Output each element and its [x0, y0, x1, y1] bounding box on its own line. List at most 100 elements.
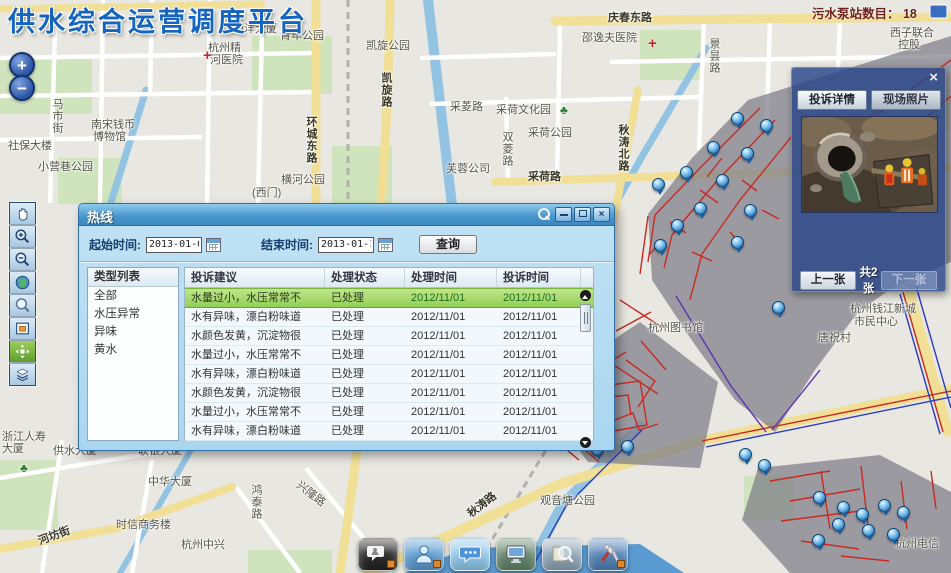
water-point-marker[interactable]: [716, 174, 729, 187]
next-photo-button[interactable]: 下一张: [881, 271, 937, 290]
badge-icon: [617, 560, 625, 568]
water-point-marker[interactable]: [897, 506, 910, 519]
scene-photo[interactable]: [801, 116, 938, 213]
photo-panel-tab[interactable]: 现场照片: [871, 90, 941, 110]
water-point-marker[interactable]: [680, 166, 693, 179]
query-button[interactable]: 查询: [419, 235, 477, 254]
user-button[interactable]: [404, 538, 444, 571]
cell-status: 已处理: [325, 327, 405, 345]
water-point-marker[interactable]: [731, 236, 744, 249]
water-point-marker[interactable]: [862, 524, 875, 537]
table-row[interactable]: 水量过小，水压常常不已处理2012/11/012012/11/01: [185, 403, 593, 422]
badge-icon: [433, 560, 441, 568]
move-arrows-button[interactable]: [9, 340, 36, 363]
zoom-out-button[interactable]: −: [9, 75, 35, 101]
tools-button[interactable]: [588, 538, 628, 571]
cell-process-time: 2012/11/01: [405, 327, 497, 345]
calendar-icon[interactable]: [206, 238, 221, 252]
badge-icon: [387, 560, 395, 568]
photo-panel-tab[interactable]: 投诉详情: [797, 90, 867, 110]
maximize-button[interactable]: [574, 207, 591, 222]
table-row[interactable]: 水颜色发黄，沉淀物很已处理2012/11/012012/11/01: [185, 327, 593, 346]
cell-complaint: 水颜色发黄，沉淀物很: [185, 384, 325, 402]
pan-hand-button[interactable]: [9, 202, 36, 225]
water-point-marker[interactable]: [739, 448, 752, 461]
column-header[interactable]: 投诉时间: [497, 268, 581, 287]
table-row[interactable]: 水有异味，漂白粉味道已处理2012/11/012012/11/01: [185, 422, 593, 441]
cell-complaint: 水有异味，漂白粉味道: [185, 365, 325, 383]
panel-close-icon[interactable]: ×: [929, 70, 938, 85]
start-time-input[interactable]: [146, 237, 202, 253]
column-header[interactable]: 投诉建议: [185, 268, 325, 287]
dialog-title: 热线: [87, 207, 113, 226]
complaints-table: 投诉建议处理状态处理时间投诉时间 水量过小，水压常常不已处理2012/11/01…: [184, 267, 594, 441]
water-point-marker[interactable]: [812, 534, 825, 547]
contact-chat-button[interactable]: [358, 538, 398, 571]
monitor-button[interactable]: [496, 538, 536, 571]
globe-button[interactable]: [9, 271, 36, 294]
water-point-marker[interactable]: [813, 491, 826, 504]
zoom-in-lens-button[interactable]: [9, 225, 36, 248]
cell-status: 已处理: [325, 365, 405, 383]
water-point-marker[interactable]: [760, 119, 773, 132]
water-point-marker[interactable]: [731, 112, 744, 125]
water-point-marker[interactable]: [621, 440, 634, 453]
close-button[interactable]: ×: [593, 207, 610, 222]
type-list-item[interactable]: 异味: [88, 323, 178, 341]
pump-station-counter: 污水泵站数目： 18: [812, 3, 917, 22]
type-list-header: 类型列表: [88, 268, 178, 287]
column-header[interactable]: 处理状态: [325, 268, 405, 287]
water-point-marker[interactable]: [837, 501, 850, 514]
water-point-marker[interactable]: [654, 239, 667, 252]
water-point-marker[interactable]: [878, 499, 891, 512]
bottom-dock: [358, 538, 628, 571]
dialog-titlebar[interactable]: 热线 ×: [79, 204, 614, 226]
scroll-down-button[interactable]: [580, 437, 591, 448]
select-image-button[interactable]: [9, 317, 36, 340]
end-time-input[interactable]: [318, 237, 374, 253]
table-scrollbar[interactable]: [580, 290, 592, 440]
table-row[interactable]: 水有异味，漂白粉味道已处理2012/11/012012/11/01: [185, 308, 593, 327]
end-time-label: 结束时间:: [261, 236, 313, 253]
maximize-icon: [579, 210, 587, 217]
water-point-marker[interactable]: [772, 301, 785, 314]
photo-panel: × 投诉详情现场照片: [791, 67, 946, 292]
message-dots-button[interactable]: [450, 538, 490, 571]
search-map-button[interactable]: [542, 538, 582, 571]
type-list-item[interactable]: 全部: [88, 287, 178, 305]
zoom-out-lens-button[interactable]: [9, 248, 36, 271]
table-row[interactable]: 水量过小，水压常常不已处理2012/11/012012/11/01: [185, 288, 593, 308]
water-point-marker[interactable]: [671, 219, 684, 232]
water-point-marker[interactable]: [744, 204, 757, 217]
layers-button[interactable]: [9, 363, 36, 386]
cell-complaint: 水颜色发黄，沉淀物很: [185, 327, 325, 345]
table-row[interactable]: 水有异味，漂白粉味道已处理2012/11/012012/11/01: [185, 365, 593, 384]
water-point-marker[interactable]: [856, 508, 869, 521]
lens-button[interactable]: [9, 294, 36, 317]
type-list-item[interactable]: 水压异常: [88, 305, 178, 323]
water-point-marker[interactable]: [741, 147, 754, 160]
water-point-marker[interactable]: [694, 202, 707, 215]
start-time-label: 起始时间:: [89, 236, 141, 253]
water-point-marker[interactable]: [652, 178, 665, 191]
water-point-marker[interactable]: [707, 141, 720, 154]
calendar-icon[interactable]: [378, 238, 393, 252]
magnifier-icon[interactable]: [537, 208, 550, 221]
zoom-in-button[interactable]: +: [9, 52, 35, 78]
water-point-marker[interactable]: [887, 528, 900, 541]
scroll-up-button[interactable]: [580, 290, 591, 301]
scroll-thumb[interactable]: [580, 304, 591, 332]
water-point-marker[interactable]: [758, 459, 771, 472]
type-list-item[interactable]: 黄水: [88, 341, 178, 359]
water-point-marker[interactable]: [832, 518, 845, 531]
prev-photo-button[interactable]: 上一张: [800, 271, 856, 290]
cell-complaint-time: 2012/11/01: [497, 384, 581, 402]
cell-status: 已处理: [325, 346, 405, 364]
column-header[interactable]: 处理时间: [405, 268, 497, 287]
minimize-button[interactable]: [555, 207, 572, 222]
cell-complaint: 水量过小，水压常常不: [185, 403, 325, 421]
table-row[interactable]: 水颜色发黄，沉淀物很已处理2012/11/012012/11/01: [185, 384, 593, 403]
photo-pager: 上一张 共2张 下一张: [792, 264, 945, 296]
divider: [79, 261, 614, 263]
table-row[interactable]: 水量过小，水压常常不已处理2012/11/012012/11/01: [185, 346, 593, 365]
